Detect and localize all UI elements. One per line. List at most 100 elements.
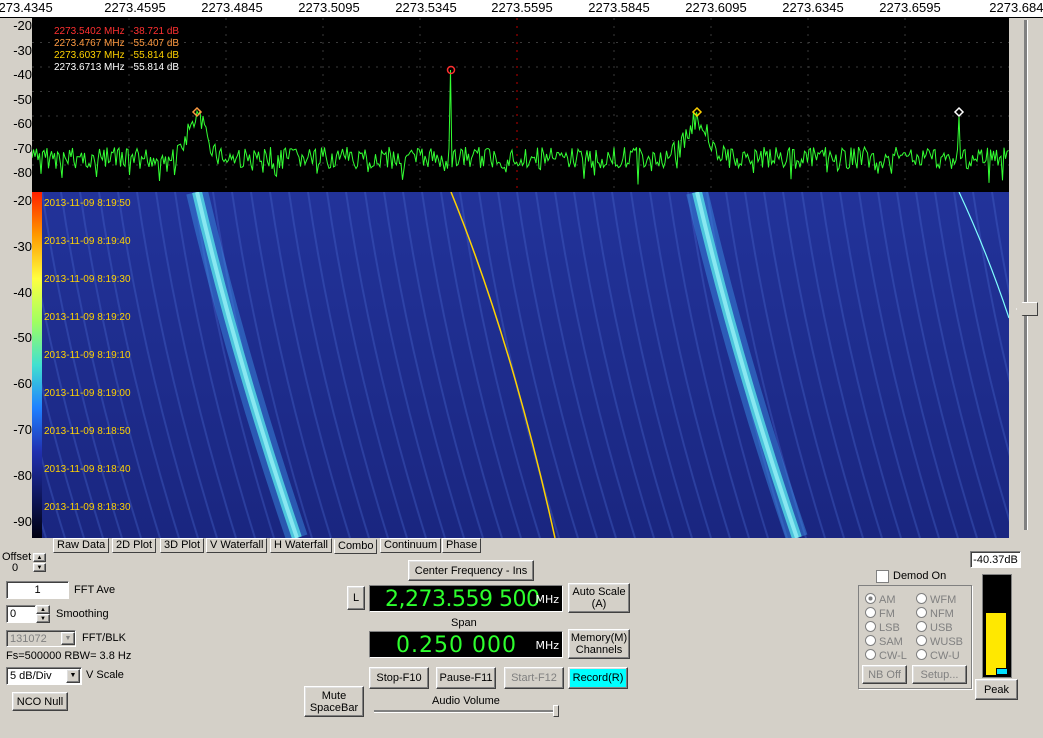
radio-wfm[interactable]: WFM [916,593,956,606]
spectrum-db-label: -70 [13,140,32,156]
tab-v-waterfall[interactable]: V Waterfall [206,538,268,553]
vscale-dropdown-icon[interactable]: ▼ [66,669,80,683]
radio-circle-icon [916,593,927,604]
marker-readout-1: 2273.5402 MHz -38.721 dB [54,26,180,37]
offset-value: 0 [12,562,19,574]
marker-readout-3: 2273.6037 MHz -55.814 dB [54,50,180,61]
spectrum-trace [32,69,1009,185]
span-unit: MHz [535,639,559,652]
waterfall-display[interactable]: 2013-11-09 8:19:50 2013-11-09 8:19:40 2013… [42,192,1009,538]
radio-circle-icon [865,635,876,646]
record-button[interactable]: Record(R) [568,667,628,689]
frequency-tick: 2273.4845 [201,0,263,15]
frequency-tick: 2273.6095 [685,0,747,15]
waterfall-timestamp: 2013-11-09 8:18:50 [44,426,131,437]
smoothing-down-button[interactable]: ▼ [36,614,50,623]
signal-level-readout: -40.37dB [970,551,1021,568]
radio-usb[interactable]: USB [916,621,953,634]
waterfall-timestamp: 2013-11-09 8:19:00 [44,388,131,399]
peak-button[interactable]: Peak [975,679,1018,700]
demod-on-label: Demod On [893,570,947,582]
waterfall-db-label: -20 [13,193,32,208]
span-display[interactable]: 0.250 000 MHz [369,631,563,658]
tab-2d-plot[interactable]: 2D Plot [112,538,157,553]
tab-continuum[interactable]: Continuum [380,538,442,553]
center-frequency-button[interactable]: Center Frequency - Ins [408,560,534,581]
signal-meter-fill [986,613,1006,675]
memory-channels-button[interactable]: Memory(M) Channels [568,629,630,659]
fft-blk-dropdown-icon[interactable]: ▼ [61,632,75,645]
waterfall-timestamp: 2013-11-09 8:19:50 [44,198,131,209]
stop-button[interactable]: Stop-F10 [369,667,429,689]
center-frequency-value: 2,273.559 500 [385,587,540,612]
frequency-tick: 2273.6845 [989,0,1043,15]
frequency-tick: 2273.5845 [588,0,650,15]
start-button[interactable]: Start-F12 [504,667,564,689]
lock-l-button[interactable]: L [347,586,365,610]
waterfall-timestamp: 2013-11-09 8:19:20 [44,312,131,323]
range-slider-thumb[interactable] [1016,302,1038,316]
smoothing-label: Smoothing [56,608,109,620]
radio-am[interactable]: AM [865,593,896,606]
radio-wusb[interactable]: WUSB [916,635,963,648]
tab-3d-plot[interactable]: 3D Plot [160,538,205,553]
audio-volume-track [374,710,558,713]
audio-volume-label: Audio Volume [432,695,500,707]
waterfall-db-label: -30 [13,238,32,254]
auto-scale-button[interactable]: Auto Scale (A) [568,583,630,613]
center-frequency-display[interactable]: 2,273.559 500 MHz [369,585,563,612]
smoothing-input[interactable]: 0 [6,605,36,623]
spectrum-db-label: -20 [13,18,32,33]
setup-button[interactable]: Setup... [912,665,967,684]
waterfall-timestamp: 2013-11-09 8:18:40 [44,464,131,475]
signal-meter-peak [996,668,1008,675]
waterfall-db-label: -80 [13,467,32,483]
mute-button[interactable]: Mute SpaceBar [304,686,364,717]
vscale-value: 5 dB/Div [10,670,52,682]
marker-readout-4: 2273.6713 MHz -55.814 dB [54,62,180,73]
frequency-axis: 2273.4345 2273.4595 2273.4845 2273.5095 2273… [0,0,1043,18]
demod-on-checkbox[interactable] [876,570,889,583]
radio-circle-icon [916,649,927,660]
waterfall-db-label: -50 [13,330,32,346]
waterfall-svg [42,192,1009,538]
radio-lsb[interactable]: LSB [865,621,900,634]
radio-cw-l[interactable]: CW-L [865,649,907,662]
radio-fm[interactable]: FM [865,607,895,620]
span-value: 0.250 000 [396,633,517,658]
waterfall-timestamp: 2013-11-09 8:18:30 [44,502,131,513]
waterfall-timestamp: 2013-11-09 8:19:40 [44,236,131,247]
tab-phase[interactable]: Phase [442,538,482,553]
radio-circle-icon [865,593,876,604]
waterfall-timestamp: 2013-11-09 8:19:30 [44,274,131,285]
fft-ave-input[interactable]: 1 [6,581,69,599]
radio-nfm[interactable]: NFM [916,607,954,620]
spectrum-db-label: -30 [13,42,32,58]
tab-h-waterfall[interactable]: H Waterfall [270,538,332,553]
frequency-tick: 2273.4595 [104,0,166,15]
frequency-tick: 2273.5095 [298,0,360,15]
radio-circle-icon [865,621,876,632]
frequency-tick: 2273.4345 [0,0,53,15]
nb-off-button[interactable]: NB Off [862,665,907,684]
spectrum-db-label: -60 [13,116,32,131]
radio-sam[interactable]: SAM [865,635,903,648]
waterfall-db-label: -40 [13,284,32,300]
spectrum-plot[interactable]: 2273.5402 MHz -38.721 dB 2273.4767 MHz -… [32,18,1009,192]
nco-null-button[interactable]: NCO Null [12,692,68,711]
fft-blk-label: FFT/BLK [82,632,127,644]
tab-combo[interactable]: Combo [334,539,378,554]
pause-button[interactable]: Pause-F11 [436,667,496,689]
waterfall-db-label: -70 [13,422,32,437]
frequency-tick: 2273.6345 [782,0,844,15]
tab-raw-data[interactable]: Raw Data [53,538,110,553]
waterfall-timestamp: 2013-11-09 8:19:10 [44,350,131,361]
signal-meter [982,574,1012,678]
audio-volume-thumb[interactable] [553,705,559,717]
spectrum-db-label: -50 [13,91,32,107]
fft-blk-value: 131072 [10,633,47,645]
radio-circle-icon [916,607,927,618]
fft-ave-label: FFT Ave [74,584,116,596]
offset-down-button[interactable]: ▼ [33,563,46,572]
radio-cw-u[interactable]: CW-U [916,649,960,662]
